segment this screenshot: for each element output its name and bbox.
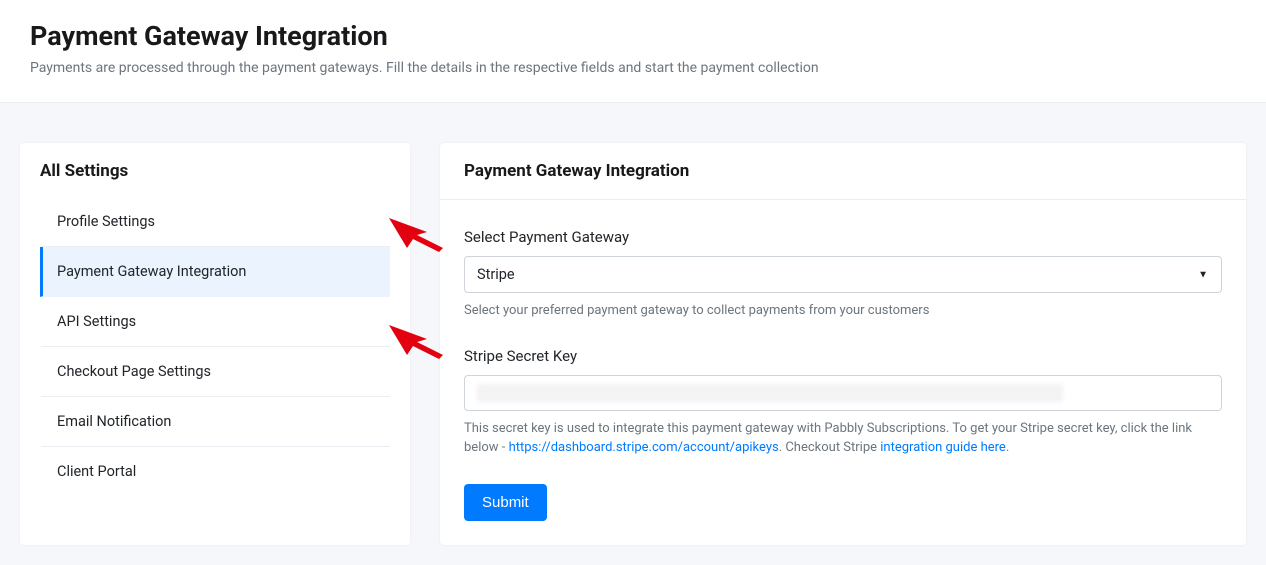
page-title: Payment Gateway Integration [30,20,1236,52]
sidebar-item-profile-settings[interactable]: Profile Settings [40,197,390,247]
gateway-label: Select Payment Gateway [464,228,1222,246]
stripe-apikeys-link[interactable]: https://dashboard.stripe.com/account/api… [509,440,779,455]
secret-key-input[interactable] [464,375,1222,411]
gateway-help-text: Select your preferred payment gateway to… [464,301,1222,321]
sidebar-item-label: Profile Settings [57,213,155,230]
sidebar-item-client-portal[interactable]: Client Portal [40,447,390,496]
gateway-select[interactable]: Stripe [464,256,1222,293]
panel-body: Select Payment Gateway Stripe ▼ Select y… [440,200,1246,545]
help-text-part: . [1006,440,1009,455]
sidebar-item-payment-gateway-integration[interactable]: Payment Gateway Integration [40,247,390,297]
panel-title: Payment Gateway Integration [440,143,1246,200]
help-text-part: . Checkout Stripe [779,440,881,455]
main-container: All Settings Profile Settings Payment Ga… [0,103,1266,565]
content-panel: Payment Gateway Integration Select Payme… [440,143,1246,545]
submit-button[interactable]: Submit [464,484,547,521]
sidebar-item-email-notification[interactable]: Email Notification [40,397,390,447]
secret-key-help-text: This secret key is used to integrate thi… [464,419,1222,458]
sidebar-item-api-settings[interactable]: API Settings [40,297,390,347]
gateway-select-wrap: Stripe ▼ [464,256,1222,293]
page-subtitle: Payments are processed through the payme… [30,60,1236,76]
integration-guide-link[interactable]: integration guide here [880,440,1006,455]
sidebar-item-label: Client Portal [57,463,136,480]
sidebar-item-label: Payment Gateway Integration [57,263,246,280]
sidebar-heading: All Settings [20,143,410,197]
sidebar-item-label: API Settings [57,313,136,330]
secret-key-label: Stripe Secret Key [464,347,1222,365]
sidebar-items: Profile Settings Payment Gateway Integra… [20,197,410,506]
gateway-form-group: Select Payment Gateway Stripe ▼ Select y… [464,228,1222,321]
page-header: Payment Gateway Integration Payments are… [0,0,1266,103]
settings-sidebar: All Settings Profile Settings Payment Ga… [20,143,410,545]
sidebar-item-label: Checkout Page Settings [57,363,211,380]
sidebar-item-label: Email Notification [57,413,171,430]
secret-key-form-group: Stripe Secret Key This secret key is use… [464,347,1222,458]
sidebar-item-checkout-page-settings[interactable]: Checkout Page Settings [40,347,390,397]
redacted-value [477,384,1063,402]
